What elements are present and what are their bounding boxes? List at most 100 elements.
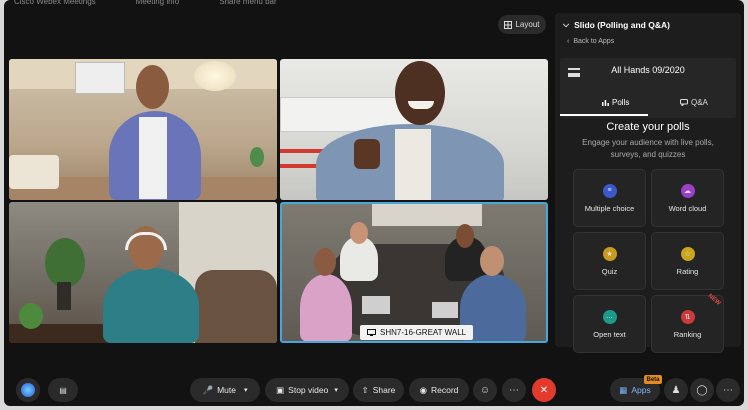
webex-assistant-button[interactable]: [16, 378, 40, 402]
more-panels-button[interactable]: ⋯: [716, 378, 740, 402]
video-tile-participant-2[interactable]: [280, 59, 548, 200]
cloud-icon: ☁: [680, 183, 695, 198]
poll-type-multiple-choice[interactable]: ≡ Multiple choice: [573, 169, 646, 227]
participant-head: [314, 248, 336, 276]
record-label: Record: [431, 385, 459, 395]
window-title-strip: Cisco Webex Meetings Meeting info Share …: [4, 0, 744, 8]
slido-header: All Hands 09/2020 Polls Q&A: [560, 58, 736, 118]
laptop: [362, 296, 390, 314]
microphone-icon: 🎤: [202, 384, 214, 395]
more-options-button[interactable]: ⋯: [502, 378, 526, 402]
person-icon: ♟: [671, 384, 681, 396]
room-name-label: SHN7-16-GREAT WALL: [360, 325, 474, 340]
ranking-icon: ⇅: [680, 309, 695, 324]
record-icon: ◉: [419, 384, 427, 395]
headphones: [125, 232, 167, 250]
bar-chart-icon: [602, 100, 609, 106]
poll-type-rating[interactable]: ☆ Rating: [651, 232, 724, 290]
chat-button[interactable]: ◯: [690, 378, 714, 402]
stop-video-label: Stop video: [288, 385, 329, 395]
tab-qa[interactable]: Q&A: [680, 98, 708, 107]
participants-button[interactable]: ♟: [664, 378, 688, 402]
shirt: [395, 129, 431, 200]
end-call-button[interactable]: ✕: [532, 378, 556, 402]
new-badge: NEW: [706, 293, 722, 307]
layout-button[interactable]: Layout: [498, 15, 546, 34]
pendant-lamp: [194, 61, 236, 91]
trophy-icon: ★: [602, 246, 617, 261]
record-button[interactable]: ◉ Record: [409, 378, 469, 402]
video-tile-conference-room[interactable]: [280, 202, 548, 343]
participant-head: [395, 61, 445, 125]
title-strip-item: Meeting info: [135, 0, 180, 6]
video-camera-icon: ▣: [276, 384, 285, 395]
poll-type-label: Quiz: [601, 266, 618, 276]
share-label: Share: [372, 385, 396, 395]
chevron-left-icon: ‹: [567, 38, 570, 45]
list-icon: ≡: [602, 183, 617, 198]
beta-badge: Beta: [644, 375, 662, 384]
title-strip-item: Cisco Webex Meetings: [14, 0, 96, 6]
poll-type-open-text[interactable]: … Open text: [573, 295, 646, 353]
room-device-icon: [367, 329, 376, 336]
apps-label: Apps: [631, 385, 651, 395]
plant-small: [19, 303, 43, 329]
thumbs-up: [354, 139, 380, 169]
wall-whiteboard: [75, 62, 125, 94]
slido-panel: ⌵ Slido (Polling and Q&A) ‹ Back to Apps…: [555, 13, 741, 353]
tab-polls[interactable]: Polls: [602, 98, 629, 107]
poll-type-label: Rating: [676, 266, 699, 276]
active-tab-indicator: [560, 114, 648, 116]
plant-pot: [57, 282, 71, 310]
close-icon: ✕: [539, 384, 549, 396]
layout-button-label: Layout: [515, 20, 540, 29]
speech-icon: …: [602, 309, 617, 324]
chevron-down-icon[interactable]: ▾: [334, 386, 338, 394]
share-button[interactable]: ⇧ Share: [353, 378, 404, 402]
room-name-text: SHN7-16-GREAT WALL: [380, 328, 467, 337]
back-to-apps-link[interactable]: ‹ Back to Apps: [567, 38, 614, 45]
tab-label: Q&A: [691, 98, 708, 107]
create-polls-description: Engage your audience with live polls, su…: [582, 138, 714, 159]
captions-button[interactable]: ▤: [48, 378, 78, 402]
captions-icon: ▤: [59, 385, 67, 395]
participant-head: [136, 65, 169, 109]
chevron-down-icon[interactable]: ▾: [244, 386, 248, 394]
chevron-down-icon[interactable]: ⌵: [563, 20, 569, 30]
poll-type-word-cloud[interactable]: ☁ Word cloud: [651, 169, 724, 227]
tab-label: Polls: [612, 98, 630, 107]
panel-title: Slido (Polling and Q&A): [574, 20, 670, 30]
create-polls-heading: Create your polls: [606, 121, 690, 133]
beanbag: [195, 270, 277, 343]
sofa: [9, 155, 59, 189]
chat-icon: ◯: [696, 384, 708, 396]
assistant-icon: [21, 383, 35, 397]
poll-type-quiz[interactable]: ★ Quiz: [573, 232, 646, 290]
back-label: Back to Apps: [573, 38, 615, 45]
smiley-icon: ☺: [479, 384, 491, 396]
ellipsis-icon: ⋯: [723, 384, 733, 396]
poll-type-label: Open text: [593, 329, 626, 339]
poll-type-label: Multiple choice: [584, 203, 635, 213]
mute-label: Mute: [217, 385, 236, 395]
stop-video-button[interactable]: ▣ Stop video ▾: [265, 378, 349, 402]
poll-type-ranking[interactable]: NEW ⇅ Ranking: [651, 293, 724, 353]
ellipsis-icon: ⋯: [509, 384, 519, 396]
reactions-button[interactable]: ☺: [473, 378, 497, 402]
participant-body: [300, 274, 352, 341]
video-tile-participant-1[interactable]: [9, 59, 277, 200]
poll-type-label: Ranking: [673, 329, 702, 339]
video-tile-participant-3[interactable]: [9, 202, 277, 343]
participant-head: [350, 222, 368, 244]
apps-grid-icon: ▦: [619, 384, 628, 395]
laptop: [432, 302, 458, 318]
chat-bubble-icon: [680, 99, 688, 106]
plant: [250, 147, 264, 167]
smile: [408, 101, 434, 109]
meeting-window: Cisco Webex Meetings Meeting info Share …: [4, 0, 744, 406]
plant: [45, 238, 85, 288]
mute-button[interactable]: 🎤 Mute ▾: [190, 378, 260, 402]
panel-header: ⌵ Slido (Polling and Q&A): [563, 20, 670, 30]
title-strip-item: Share menu bar: [219, 0, 277, 6]
participant-head: [456, 224, 474, 248]
